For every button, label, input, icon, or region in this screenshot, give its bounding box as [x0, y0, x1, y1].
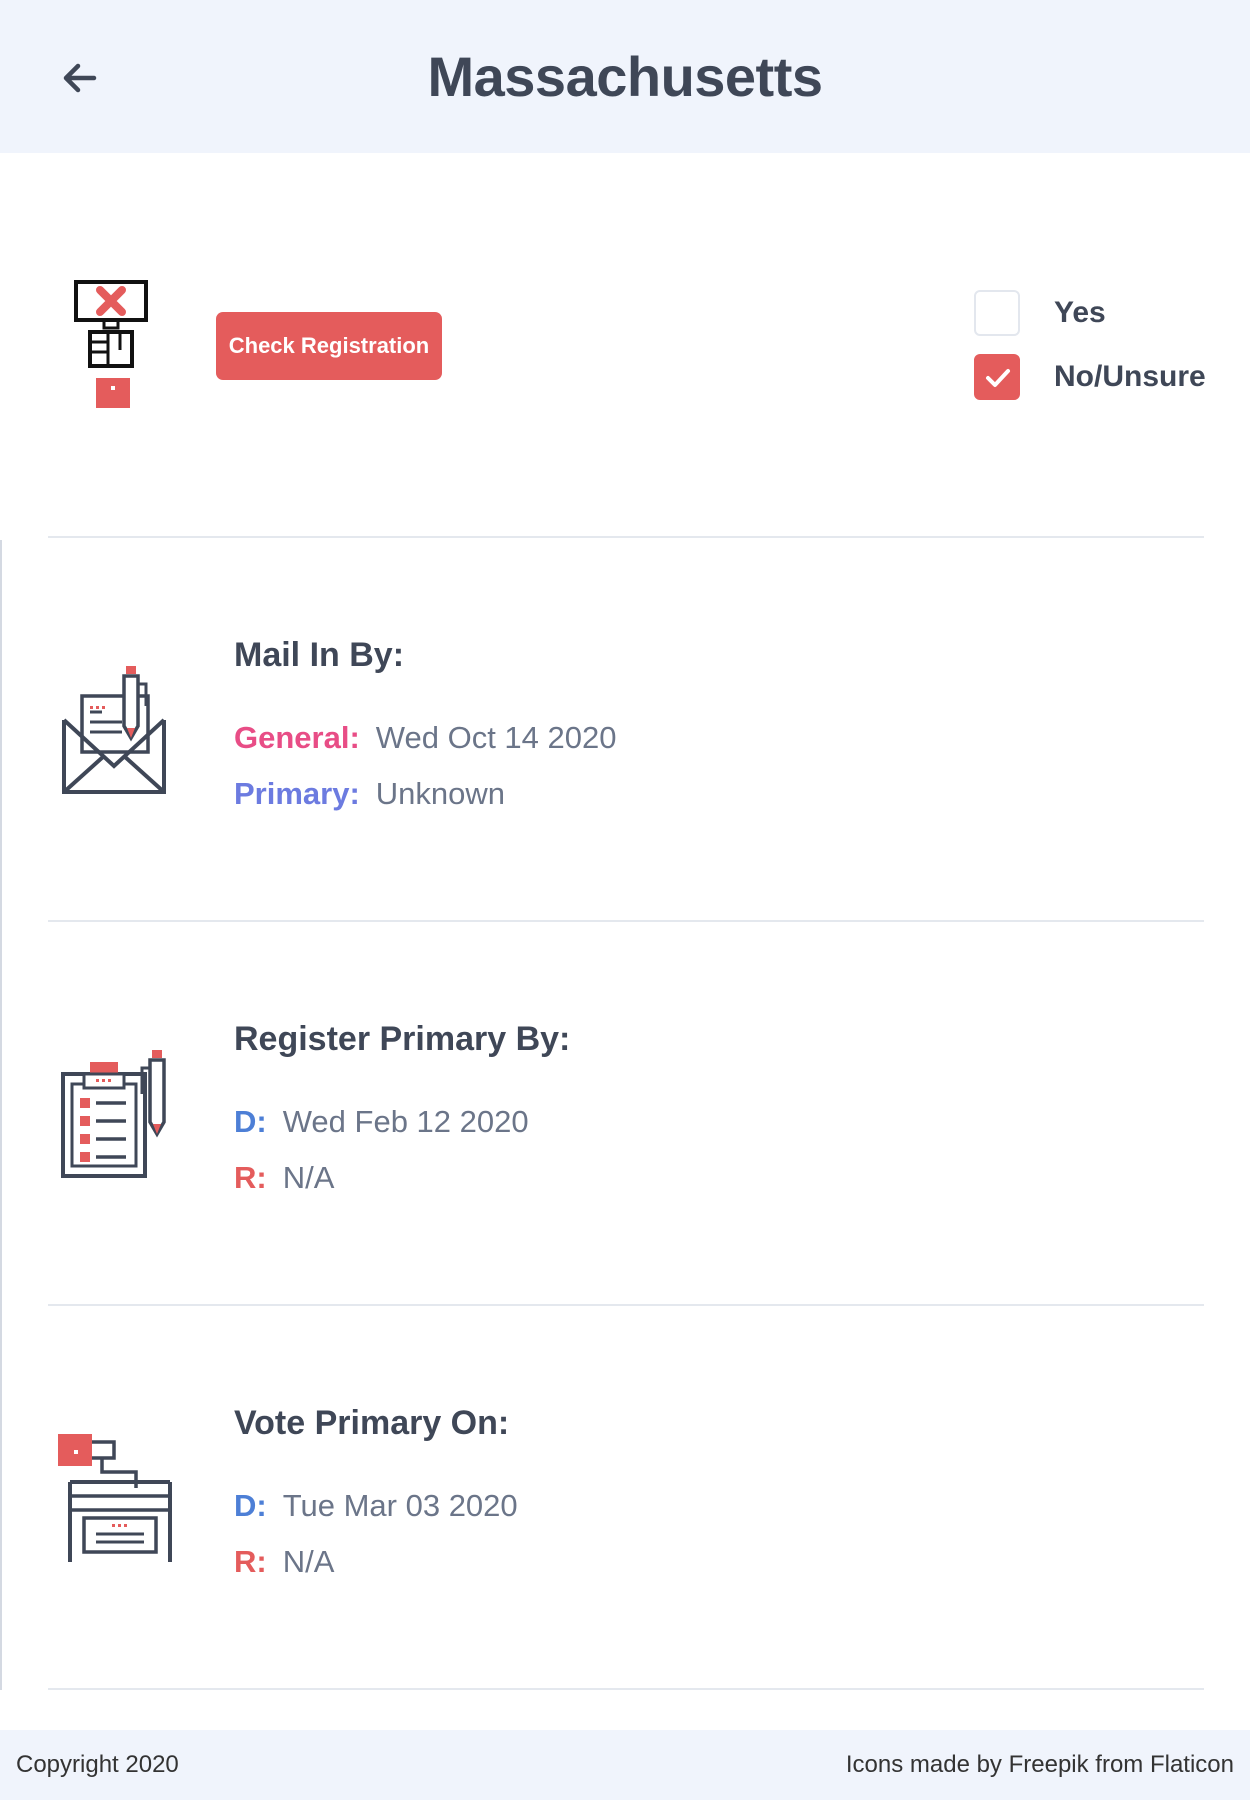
left-border	[0, 540, 2, 1690]
row-value: Tue Mar 03 2020	[282, 1488, 518, 1523]
mail-general-row: General: Wed Oct 14 2020	[234, 720, 616, 756]
divider	[48, 536, 1204, 538]
copyright-text: Copyright 2020	[16, 1751, 179, 1778]
vote-r-row: R: N/A	[234, 1544, 334, 1580]
register-r-row: R: N/A	[234, 1160, 334, 1196]
mail-primary-row: Primary: Unknown	[234, 776, 505, 812]
section-title-mail-in: Mail In By:	[234, 636, 405, 674]
yes-option[interactable]: Yes	[974, 290, 1204, 340]
section-title-vote-primary: Vote Primary On:	[234, 1404, 510, 1442]
divider	[48, 920, 1204, 922]
yes-label: Yes	[1054, 296, 1106, 329]
row-key: D:	[234, 1488, 267, 1523]
yes-checkbox[interactable]	[974, 290, 1020, 336]
footer: Copyright 2020 Icons made by Freepik fro…	[0, 1730, 1250, 1800]
register-d-row: D: Wed Feb 12 2020	[234, 1104, 529, 1140]
icon-credits-text: Icons made by Freepik from Flaticon	[845, 1751, 1234, 1778]
check-registration-button[interactable]: Check Registration	[216, 312, 442, 380]
divider	[48, 1688, 1204, 1690]
no-unsure-label: No/Unsure	[1054, 360, 1206, 393]
row-key: D:	[234, 1104, 267, 1139]
no-unsure-option[interactable]: No/Unsure	[974, 354, 1206, 404]
row-value: Unknown	[375, 776, 506, 811]
checkmark-icon	[986, 369, 1010, 387]
row-value: Wed Oct 14 2020	[375, 720, 617, 755]
row-key: R:	[234, 1160, 267, 1195]
row-key: General:	[234, 720, 360, 755]
row-key: R:	[234, 1544, 267, 1579]
no-unsure-checkbox[interactable]	[974, 354, 1020, 400]
ballot-box-icon	[58, 1434, 172, 1562]
row-value: N/A	[282, 1544, 335, 1579]
divider	[48, 1304, 1204, 1306]
envelope-pen-icon	[62, 666, 166, 794]
clipboard-pen-icon	[61, 1050, 166, 1178]
section-title-register-primary: Register Primary By:	[234, 1020, 571, 1058]
protest-sign-icon	[74, 280, 148, 408]
row-value: Wed Feb 12 2020	[282, 1104, 529, 1139]
row-key: Primary:	[234, 776, 360, 811]
header-bar: Massachusetts	[0, 0, 1250, 153]
vote-d-row: D: Tue Mar 03 2020	[234, 1488, 518, 1524]
row-value: N/A	[282, 1160, 335, 1195]
page-title: Massachusetts	[427, 45, 823, 108]
